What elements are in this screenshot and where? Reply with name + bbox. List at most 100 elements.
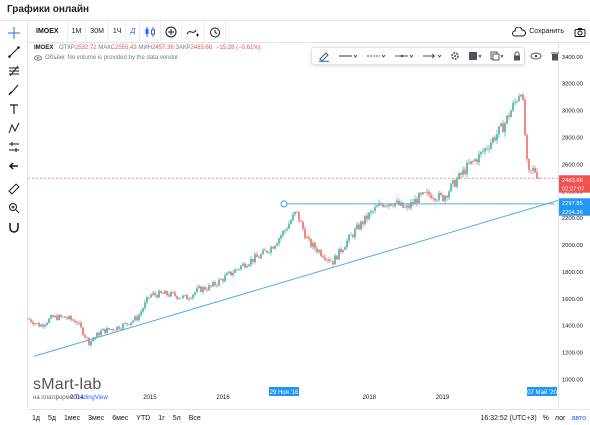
range-all[interactable]: Все [185,415,205,422]
candle [258,255,260,259]
zoom-in-icon[interactable] [3,199,25,217]
candle [170,290,172,298]
range-1m[interactable]: 1мес [60,415,84,422]
ruler-icon[interactable] [3,180,25,198]
candle [194,291,196,297]
chart-style-button[interactable] [140,20,162,43]
candle-body [494,137,496,141]
price-tick-label: 2000.00 [562,243,583,249]
tradingview-link[interactable]: TradingView [75,395,108,401]
candle [56,313,58,321]
range-1y[interactable]: 1г [154,415,168,422]
candle-body [170,292,172,297]
candle-body [178,297,180,299]
candle [504,121,506,137]
settings-button[interactable] [448,49,462,63]
interval-30m[interactable]: 30M [86,20,109,43]
candle [264,247,266,251]
price-chart[interactable] [28,43,558,407]
camera-icon [574,27,586,37]
indicators-button[interactable] [161,20,183,43]
candle-body [454,180,456,187]
candle-body [364,215,366,225]
range-ytd[interactable]: YTD [132,415,154,422]
alert-button[interactable] [205,20,227,43]
candle [38,321,40,327]
fib-icon[interactable] [3,62,25,80]
template-button[interactable] [466,49,484,63]
candle [204,286,206,291]
compare-button[interactable] [182,20,206,43]
range-1d[interactable]: 1д [28,415,44,422]
candle-body [214,282,216,286]
candle-body [386,205,388,207]
clone-button[interactable] [488,49,506,63]
price-tick-label: 2200.00 [562,216,583,222]
clock[interactable]: 16:32:52 (UTC+3) [480,415,536,422]
text-icon[interactable] [3,100,25,118]
candle-body [300,220,302,222]
price-tick-label: 1800.00 [562,270,583,276]
range-5d[interactable]: 5д [44,415,60,422]
candle [34,322,36,327]
candle-body [140,311,142,316]
price-tick-label: 1200.00 [562,351,583,357]
lock-button[interactable] [510,49,524,63]
symbol-search[interactable]: IMOEX [28,20,68,43]
candle-body [372,210,374,212]
candle [282,229,284,239]
magnet-icon[interactable] [3,218,25,236]
candle-body [258,256,260,259]
candle-body [70,316,72,320]
price-tick-label: 1400.00 [562,324,583,330]
candle [86,336,88,340]
candle-body [150,294,152,298]
visibility-button[interactable] [528,49,544,63]
interval-1m[interactable]: 1M [68,20,87,43]
range-6m[interactable]: 6мес [108,415,132,422]
candle [172,291,174,294]
arrow-style-button[interactable] [420,49,444,63]
percent-toggle[interactable]: % [543,415,549,422]
line-width-button[interactable] [336,49,360,63]
candle-body [442,194,444,202]
candle [304,226,306,240]
interval-1h[interactable]: 1Ч [109,20,127,43]
candle [32,319,34,326]
candle-body [358,224,360,230]
candle-body [114,330,116,331]
prediction-icon[interactable] [3,138,25,156]
candle [178,296,180,301]
range-3m[interactable]: 3мес [84,415,108,422]
eye-off-icon[interactable] [34,54,42,62]
candle-body [310,239,312,247]
candle-body [176,295,178,299]
save-button[interactable]: Сохранить [506,21,570,43]
screenshot-button[interactable] [570,21,590,43]
price-scale[interactable]: 3400.003200.003000.002800.002600.002400.… [558,43,590,407]
candle-body [274,245,276,249]
line-ends-button[interactable] [392,49,416,63]
delete-button[interactable] [548,49,562,63]
candle [44,323,46,329]
candle-body [220,279,222,280]
trend-line-icon[interactable] [3,43,25,61]
crosshair-icon[interactable] [3,24,25,42]
auto-toggle[interactable]: авто [572,415,586,422]
candle-body [58,315,60,320]
line-style-button[interactable] [364,49,388,63]
candle-body [164,290,166,294]
log-toggle[interactable]: лог [555,415,566,422]
interval-day[interactable]: Д [126,20,141,43]
pattern-icon[interactable] [3,119,25,137]
candle-body [472,161,474,162]
candle [330,258,332,262]
arrow-left-icon[interactable] [3,157,25,175]
candle-body [174,292,176,296]
candle [472,159,474,165]
line-color-button[interactable] [316,49,332,63]
candle-body [312,242,314,247]
candle [374,204,376,214]
brush-icon[interactable] [3,81,25,99]
range-5y[interactable]: 5л [169,415,185,422]
